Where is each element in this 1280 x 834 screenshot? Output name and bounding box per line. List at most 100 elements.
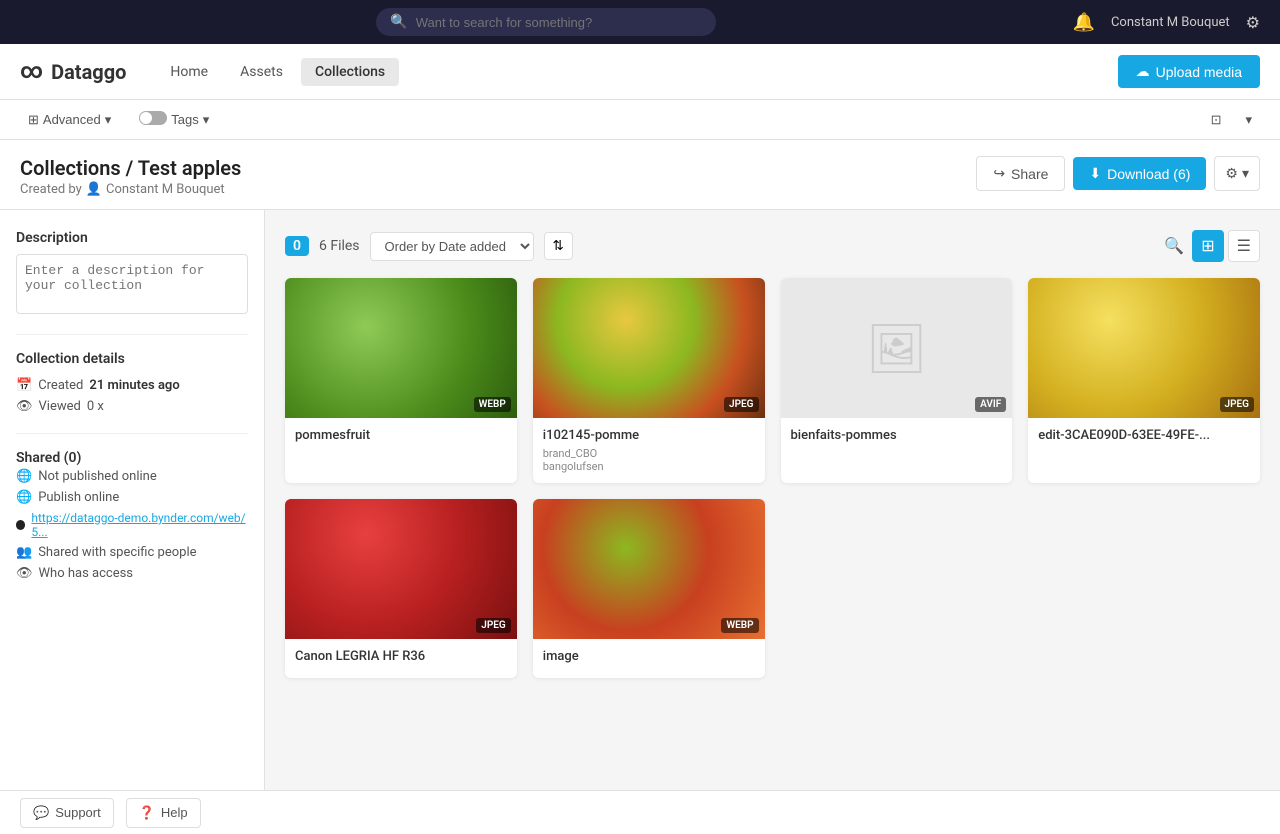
download-label: Download (6) (1107, 166, 1190, 182)
help-button[interactable]: ❓ Help (126, 798, 201, 828)
media-thumbnail: JPEG (1028, 278, 1260, 418)
media-meta: brand_CBO bangolufsen (543, 447, 755, 473)
topbar: 🔍 🔔 Constant M Bouquet ⚙ (0, 0, 1280, 44)
tags-button[interactable]: Tags ▾ (131, 107, 217, 132)
media-info: image (533, 639, 765, 678)
format-badge: JPEG (476, 618, 510, 633)
globe-publish-icon: 🌐 (16, 490, 32, 505)
shared-section: Shared (0) 🌐 Not published online 🌐 Publ… (16, 450, 248, 584)
publish-url[interactable]: https://dataggo-demo.bynder.com/web/5... (31, 511, 248, 539)
media-card[interactable]: JPEG i102145-pomme brand_CBO bangolufsen (533, 278, 765, 483)
view-toggle: ⊞ ☰ (1192, 230, 1260, 262)
placeholder-icon: 🖼 (866, 320, 927, 377)
meta-brand: brand_CBO (543, 447, 755, 460)
share-button[interactable]: ↪ Share (976, 156, 1065, 191)
page-title-info: Collections / Test apples Created by 👤 C… (20, 156, 976, 197)
search-input[interactable] (416, 15, 703, 30)
support-button[interactable]: 💬 Support (20, 798, 114, 828)
publish-text: Publish online (38, 490, 119, 505)
media-name: bienfaits-pommes (791, 428, 1003, 443)
grid-view-toggle[interactable]: ⊡ (1203, 108, 1230, 132)
media-info: pommesfruit (285, 418, 517, 457)
media-thumbnail: WEBP (285, 278, 517, 418)
footer: 💬 Support ❓ Help (0, 790, 1280, 834)
media-name: image (543, 649, 755, 664)
meta-bang: bangolufsen (543, 460, 755, 473)
download-button[interactable]: ⬇ Download (6) (1073, 157, 1206, 190)
viewed-label: Viewed (39, 399, 81, 414)
globe-icon: 🌐 (16, 469, 32, 484)
grid-view-button[interactable]: ⊞ (1192, 230, 1223, 262)
media-card[interactable]: WEBP image (533, 499, 765, 678)
eye-icon: 👁 (16, 399, 33, 414)
chevron-down-icon-tags: ▾ (203, 112, 210, 128)
page-actions: ↪ Share ⬇ Download (6) ⚙ ▾ (976, 156, 1260, 191)
share-label: Share (1011, 166, 1048, 182)
media-info: edit-3CAE090D-63EE-49FE-... (1028, 418, 1260, 457)
media-info: Canon LEGRIA HF R36 (285, 639, 517, 678)
gear-icon[interactable]: ⚙ (1246, 13, 1260, 32)
toggle-tags (139, 111, 167, 128)
navbar: ∞ Dataggo Home Assets Collections ☁ Uplo… (0, 44, 1280, 100)
advanced-button[interactable]: ⊞ Advanced ▾ (20, 108, 119, 132)
description-input[interactable] (16, 254, 248, 314)
created-label: Created (38, 378, 83, 393)
format-badge: WEBP (721, 618, 758, 633)
media-name: pommesfruit (295, 428, 507, 443)
search-bar[interactable]: 🔍 (376, 8, 716, 36)
nav-home[interactable]: Home (156, 58, 222, 86)
content-search-button[interactable]: 🔍 (1164, 236, 1184, 256)
media-info: i102145-pomme brand_CBO bangolufsen (533, 418, 765, 483)
advanced-label: Advanced (43, 112, 101, 127)
order-select[interactable]: Order by Date added (370, 232, 534, 261)
divider-2 (16, 433, 248, 434)
content-header: 0 6 Files Order by Date added ⇅ 🔍 ⊞ ☰ (285, 230, 1260, 262)
shared-label: Shared (0) (16, 450, 248, 466)
nav-assets[interactable]: Assets (226, 58, 297, 86)
list-view-button[interactable]: ☰ (1228, 230, 1260, 262)
person-icon: 👤 (86, 182, 102, 197)
support-label: Support (55, 805, 101, 820)
nav-collections[interactable]: Collections (301, 58, 399, 86)
media-thumbnail: WEBP (533, 499, 765, 639)
upload-icon: ☁ (1136, 63, 1150, 80)
media-name: i102145-pomme (543, 428, 755, 443)
collection-settings-button[interactable]: ⚙ ▾ (1214, 156, 1260, 191)
share-icon: ↪ (993, 165, 1005, 182)
media-card[interactable]: JPEG Canon LEGRIA HF R36 (285, 499, 517, 678)
media-card[interactable]: JPEG edit-3CAE090D-63EE-49FE-... (1028, 278, 1260, 483)
user-name: Constant M Bouquet (1111, 15, 1230, 30)
chevron-down-icon: ▾ (105, 112, 112, 128)
filter-icon: ⊞ (28, 112, 39, 128)
count-badge: 0 (285, 236, 309, 256)
divider-1 (16, 334, 248, 335)
content-header-actions: 🔍 ⊞ ☰ (1164, 230, 1260, 262)
media-card[interactable]: 🖼 AVIF bienfaits-pommes (781, 278, 1013, 483)
who-access-text: Who has access (39, 566, 134, 581)
created-row: 📅 Created 21 minutes ago (16, 375, 248, 396)
sort-button[interactable]: ⇅ (544, 232, 573, 260)
description-label: Description (16, 230, 248, 246)
who-access-row[interactable]: 👁 Who has access (16, 563, 248, 584)
details-section: Collection details 📅 Created 21 minutes … (16, 351, 248, 417)
bell-icon[interactable]: 🔔 (1073, 12, 1095, 33)
media-card[interactable]: WEBP pommesfruit (285, 278, 517, 483)
sort-icon: ⇅ (553, 238, 564, 253)
chevron-icon: ▾ (1245, 112, 1252, 128)
content-area: 0 6 Files Order by Date added ⇅ 🔍 ⊞ ☰ (265, 210, 1280, 790)
tags-label: Tags (171, 112, 198, 127)
main-layout: Description Collection details 📅 Created… (0, 210, 1280, 790)
more-options-toggle[interactable]: ▾ (1237, 108, 1260, 132)
publish-row[interactable]: 🌐 Publish online (16, 487, 248, 508)
media-thumbnail: JPEG (533, 278, 765, 418)
toolbar-right: ⊡ ▾ (1203, 108, 1260, 132)
page-title: Collections / Test apples (20, 156, 976, 180)
not-published-row: 🌐 Not published online (16, 466, 248, 487)
topbar-right: 🔔 Constant M Bouquet ⚙ (1073, 12, 1260, 33)
format-badge: AVIF (975, 397, 1006, 412)
files-label: 6 Files (319, 238, 360, 254)
dot-icon (16, 520, 25, 530)
gear-settings-icon: ⚙ (1225, 165, 1238, 182)
url-row: https://dataggo-demo.bynder.com/web/5... (16, 508, 248, 542)
upload-media-button[interactable]: ☁ Upload media (1118, 55, 1260, 88)
